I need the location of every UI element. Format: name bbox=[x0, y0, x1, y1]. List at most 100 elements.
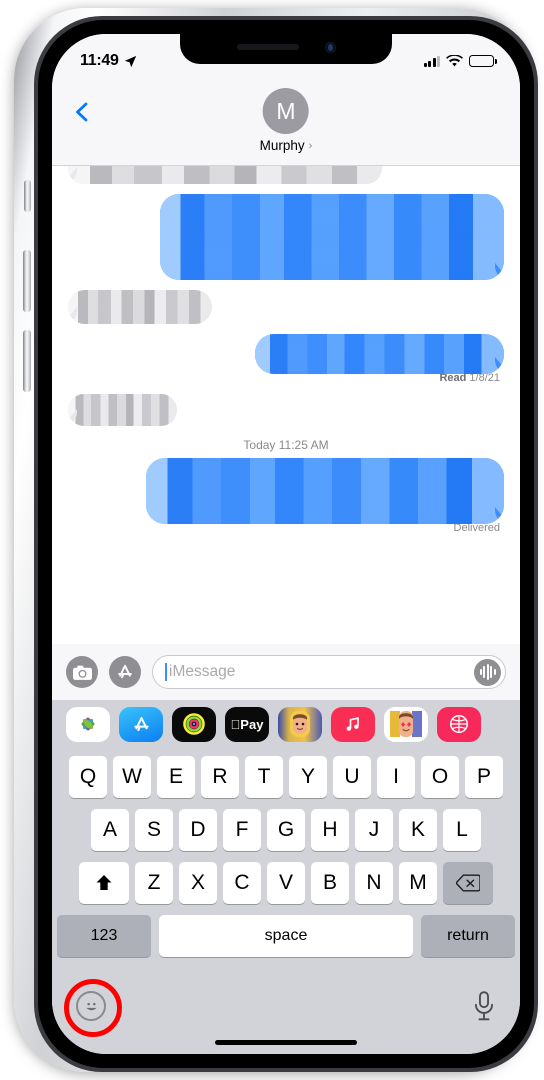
key-o[interactable]: O bbox=[421, 756, 459, 798]
message-list[interactable]: Read 1/8/21 Today 11:25 AM Delivered bbox=[52, 166, 520, 668]
conversation-header: M Murphy › bbox=[52, 78, 520, 166]
camera-icon bbox=[72, 665, 92, 680]
delete-backspace-icon bbox=[456, 874, 480, 892]
delete-key[interactable] bbox=[443, 862, 493, 904]
home-indicator[interactable] bbox=[215, 1040, 357, 1045]
digital-touch-app-icon[interactable] bbox=[437, 706, 481, 742]
keyboard-row-1: Q W E R T Y U I O P bbox=[52, 756, 520, 798]
audio-message-button[interactable] bbox=[474, 658, 501, 686]
volume-up-button[interactable] bbox=[23, 250, 31, 312]
apple-music-app-icon[interactable] bbox=[331, 706, 375, 742]
memoji-stickers-app-icon[interactable] bbox=[384, 706, 428, 742]
message-row[interactable] bbox=[68, 458, 504, 524]
redacted-message-text bbox=[68, 166, 382, 184]
status-time-group: 11:49 bbox=[80, 52, 137, 70]
status-time: 11:49 bbox=[80, 52, 119, 69]
key-r[interactable]: R bbox=[201, 756, 239, 798]
key-s[interactable]: S bbox=[135, 809, 173, 851]
redacted-message-text bbox=[159, 194, 504, 280]
software-keyboard[interactable]: Q W E R T Y U I O P A S D F G H J K L Z … bbox=[52, 748, 520, 1054]
incoming-bubble[interactable] bbox=[68, 290, 212, 324]
key-h[interactable]: H bbox=[311, 809, 349, 851]
redacted-message-text bbox=[255, 334, 504, 374]
battery-icon bbox=[469, 55, 497, 67]
keyboard-row-4: 123 space return bbox=[52, 915, 520, 957]
incoming-bubble[interactable] bbox=[68, 394, 177, 426]
volume-down-button[interactable] bbox=[23, 330, 31, 392]
numbers-key[interactable]: 123 bbox=[57, 915, 151, 957]
smiley-face-glyph bbox=[85, 1002, 97, 1010]
key-m[interactable]: M bbox=[399, 862, 437, 904]
key-t[interactable]: T bbox=[245, 756, 283, 798]
photos-app-icon[interactable] bbox=[66, 706, 110, 742]
apple-pay-app-icon[interactable]: Pay bbox=[225, 706, 269, 742]
device-frame: 11:49 M Murphy › Read 1/8/21 Today 11:25… bbox=[14, 8, 538, 1072]
outgoing-bubble[interactable] bbox=[255, 334, 504, 374]
status-indicators bbox=[423, 54, 497, 68]
redacted-message-text bbox=[146, 458, 504, 524]
key-w[interactable]: W bbox=[113, 756, 151, 798]
message-input-bar: iMessage bbox=[52, 644, 520, 700]
message-row[interactable] bbox=[68, 394, 504, 426]
key-l[interactable]: L bbox=[443, 809, 481, 851]
key-b[interactable]: B bbox=[311, 862, 349, 904]
message-row[interactable] bbox=[68, 290, 504, 324]
key-y[interactable]: Y bbox=[289, 756, 327, 798]
front-camera-icon bbox=[324, 41, 336, 53]
back-chevron-icon[interactable] bbox=[72, 102, 92, 122]
keyboard-row-3: Z X C V B N M bbox=[52, 862, 520, 904]
key-j[interactable]: J bbox=[355, 809, 393, 851]
key-p[interactable]: P bbox=[465, 756, 503, 798]
key-q[interactable]: Q bbox=[69, 756, 107, 798]
mute-switch-button[interactable] bbox=[24, 180, 31, 212]
key-k[interactable]: K bbox=[399, 809, 437, 851]
location-arrow-icon bbox=[124, 55, 136, 67]
app-store-icon bbox=[118, 664, 132, 679]
key-e[interactable]: E bbox=[157, 756, 195, 798]
key-u[interactable]: U bbox=[333, 756, 371, 798]
avatar: M bbox=[263, 88, 309, 134]
fitness-rings-app-icon[interactable] bbox=[172, 706, 216, 742]
camera-button[interactable] bbox=[66, 656, 98, 688]
text-cursor bbox=[165, 663, 167, 681]
key-d[interactable]: D bbox=[179, 809, 217, 851]
key-g[interactable]: G bbox=[267, 809, 305, 851]
apps-button[interactable] bbox=[109, 656, 141, 688]
chevron-right-icon: › bbox=[308, 139, 313, 152]
incoming-bubble[interactable] bbox=[68, 166, 382, 184]
message-row[interactable] bbox=[68, 166, 504, 184]
outgoing-bubble[interactable] bbox=[146, 458, 504, 524]
message-row[interactable] bbox=[68, 194, 504, 280]
key-x[interactable]: X bbox=[179, 862, 217, 904]
message-row[interactable] bbox=[68, 334, 504, 374]
redacted-message-text bbox=[68, 394, 177, 426]
contact-name: Murphy bbox=[259, 138, 305, 153]
apple-pay-label: Pay bbox=[231, 716, 264, 732]
message-placeholder: iMessage bbox=[169, 663, 236, 680]
notch bbox=[180, 34, 392, 64]
key-a[interactable]: A bbox=[91, 809, 129, 851]
contact-info-button[interactable]: M Murphy › bbox=[260, 88, 313, 153]
message-input-field[interactable]: iMessage bbox=[152, 655, 506, 689]
key-z[interactable]: Z bbox=[135, 862, 173, 904]
space-key[interactable]: space bbox=[159, 915, 413, 957]
key-v[interactable]: V bbox=[267, 862, 305, 904]
key-f[interactable]: F bbox=[223, 809, 261, 851]
key-c[interactable]: C bbox=[223, 862, 261, 904]
shift-arrow-icon bbox=[96, 875, 112, 890]
app-store-app-icon[interactable] bbox=[119, 706, 163, 742]
wifi-icon bbox=[446, 54, 463, 66]
shift-key[interactable] bbox=[79, 862, 129, 904]
memoji-app-icon[interactable] bbox=[278, 706, 322, 742]
emoji-smiley-icon[interactable] bbox=[64, 979, 122, 1037]
date-separator: Today 11:25 AM bbox=[243, 438, 329, 452]
cellular-signal-icon bbox=[423, 55, 440, 67]
key-i[interactable]: I bbox=[377, 756, 415, 798]
key-n[interactable]: N bbox=[355, 862, 393, 904]
return-key[interactable]: return bbox=[421, 915, 515, 957]
contact-name-row: Murphy › bbox=[260, 138, 313, 153]
imessage-app-drawer[interactable]: Pay bbox=[52, 700, 520, 748]
microphone-icon[interactable] bbox=[472, 991, 496, 1021]
phone-screen: 11:49 M Murphy › Read 1/8/21 Today 11:25… bbox=[52, 34, 520, 1054]
outgoing-bubble[interactable] bbox=[159, 194, 504, 280]
